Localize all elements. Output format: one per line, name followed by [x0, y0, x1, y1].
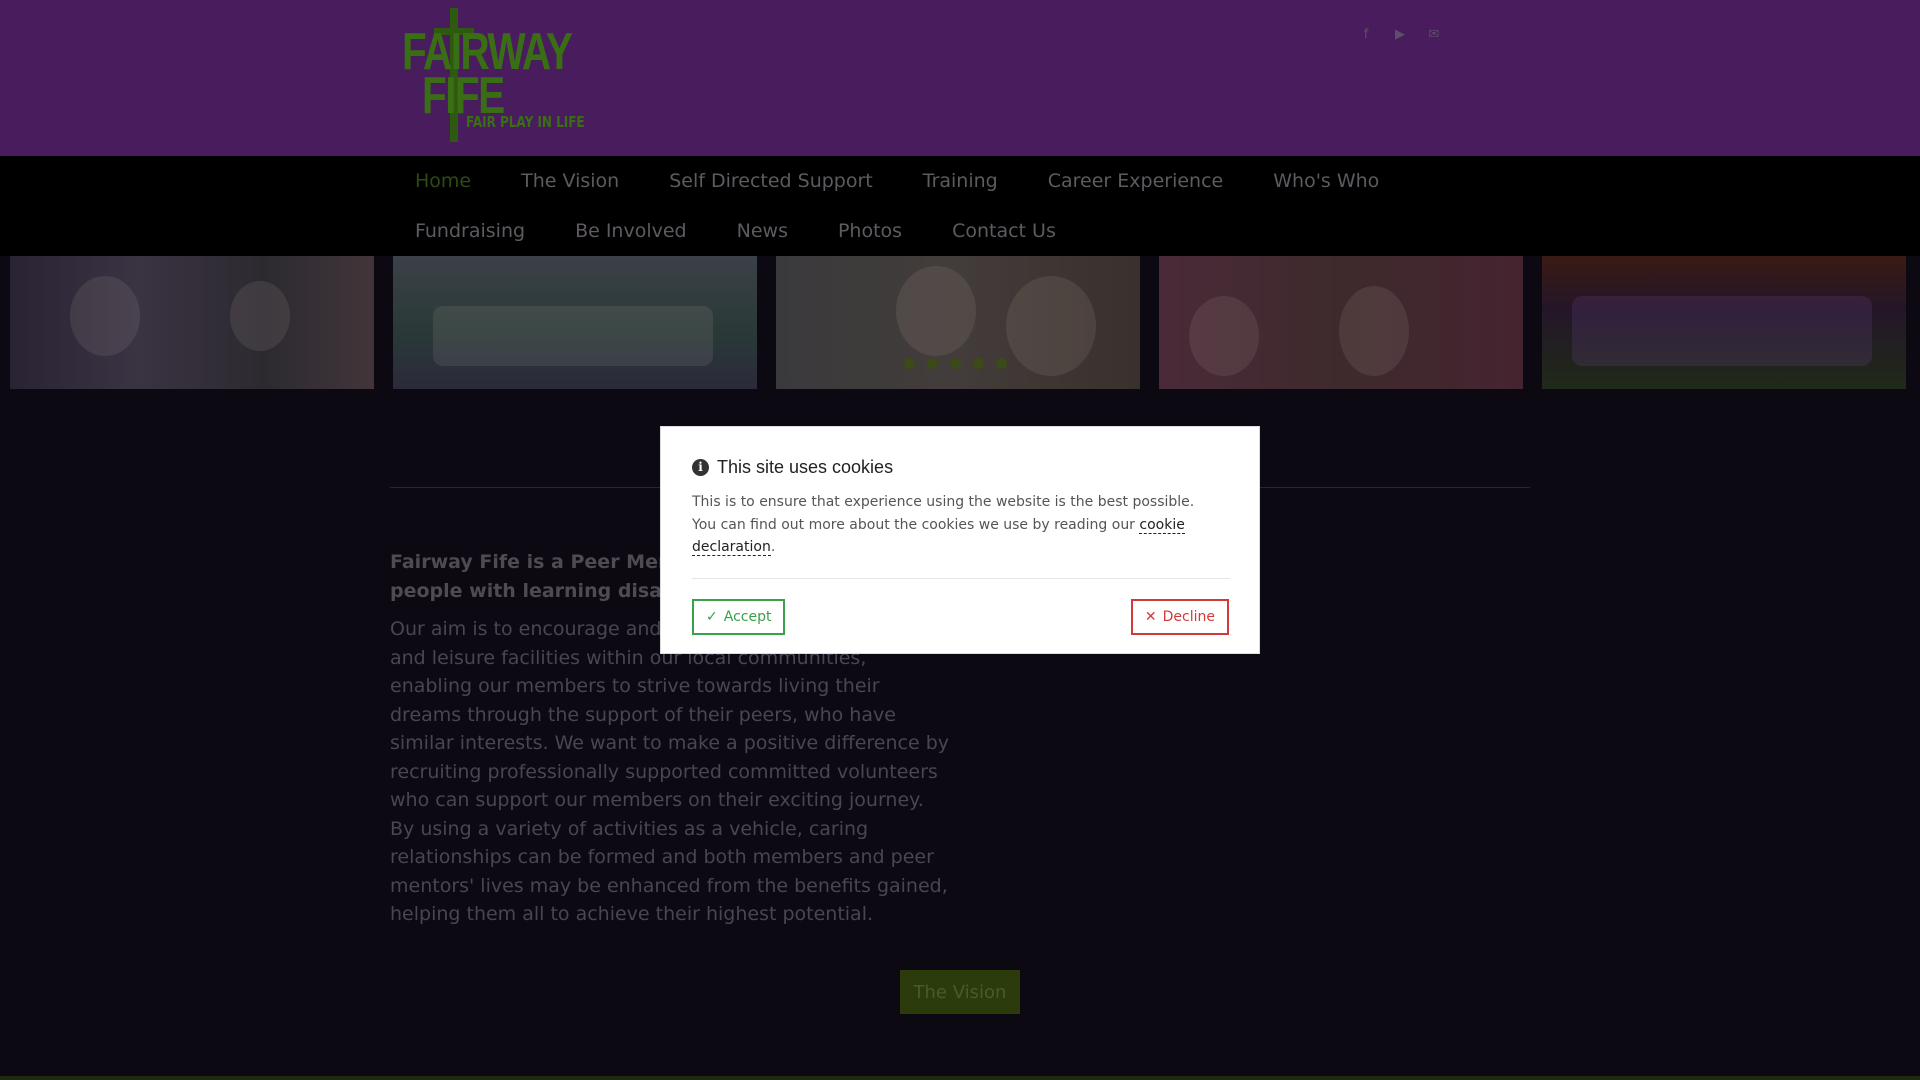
cookie-dialog-text: This is to ensure that experience using … — [692, 491, 1232, 559]
check-icon: ✓ — [706, 609, 718, 625]
cookie-consent-dialog: i This site uses cookies This is to ensu… — [660, 426, 1260, 654]
cookie-dialog-title: i This site uses cookies — [692, 457, 893, 478]
accept-cookies-button[interactable]: ✓ Accept — [692, 599, 786, 635]
close-icon: ✕ — [1144, 609, 1157, 625]
decline-cookies-button[interactable]: ✕ Decline — [1130, 599, 1229, 635]
cookie-text-line1: This is to ensure that experience using … — [692, 494, 1195, 510]
cookie-text-end: . — [770, 539, 776, 555]
decline-label: Decline — [1162, 609, 1215, 625]
info-icon: i — [692, 459, 709, 476]
accept-label: Accept — [723, 609, 772, 625]
cookie-dialog-divider — [692, 578, 1230, 579]
cookie-text-line2: You can find out more about the cookies … — [692, 516, 1140, 533]
cookie-title-text: This site uses cookies — [717, 457, 894, 477]
